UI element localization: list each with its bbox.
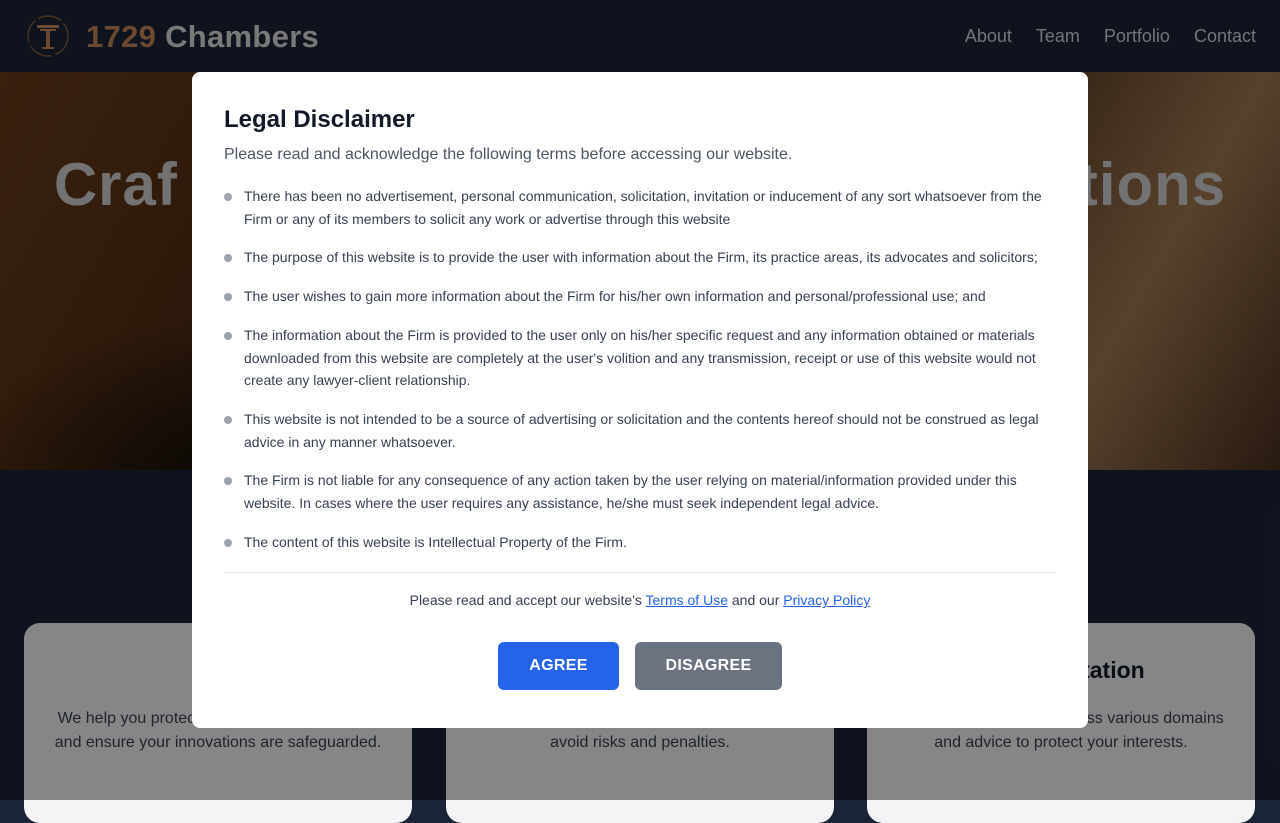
disclaimer-item: The information about the Firm is provid…: [224, 324, 1056, 392]
modal-actions: AGREE DISAGREE: [224, 642, 1056, 691]
legal-disclaimer-modal: Legal Disclaimer Please read and acknowl…: [192, 72, 1088, 728]
disagree-button[interactable]: DISAGREE: [635, 642, 782, 691]
accept-middle: and our: [727, 592, 784, 609]
accept-prefix: Please read and accept our website's: [409, 592, 646, 609]
accept-notice: Please read and accept our website's Ter…: [224, 592, 1056, 608]
disclaimer-item: The user wishes to gain more information…: [224, 285, 1056, 308]
modal-title: Legal Disclaimer: [224, 106, 415, 133]
agree-button[interactable]: AGREE: [498, 642, 619, 691]
disclaimer-item: This website is not intended to be a sou…: [224, 408, 1056, 453]
disclaimer-item: There has been no advertisement, persona…: [224, 185, 1056, 230]
modal-divider: [224, 572, 1056, 574]
disclaimer-list: There has been no advertisement, persona…: [224, 185, 1056, 553]
disclaimer-item: The content of this website is Intellect…: [224, 531, 1056, 554]
disclaimer-item: The Firm is not liable for any consequen…: [224, 469, 1056, 514]
privacy-policy-link[interactable]: Privacy Policy: [783, 592, 870, 608]
modal-subtitle: Please read and acknowledge the followin…: [224, 146, 793, 163]
disclaimer-item: The purpose of this website is to provid…: [224, 246, 1056, 269]
terms-of-use-link[interactable]: Terms of Use: [646, 592, 728, 608]
